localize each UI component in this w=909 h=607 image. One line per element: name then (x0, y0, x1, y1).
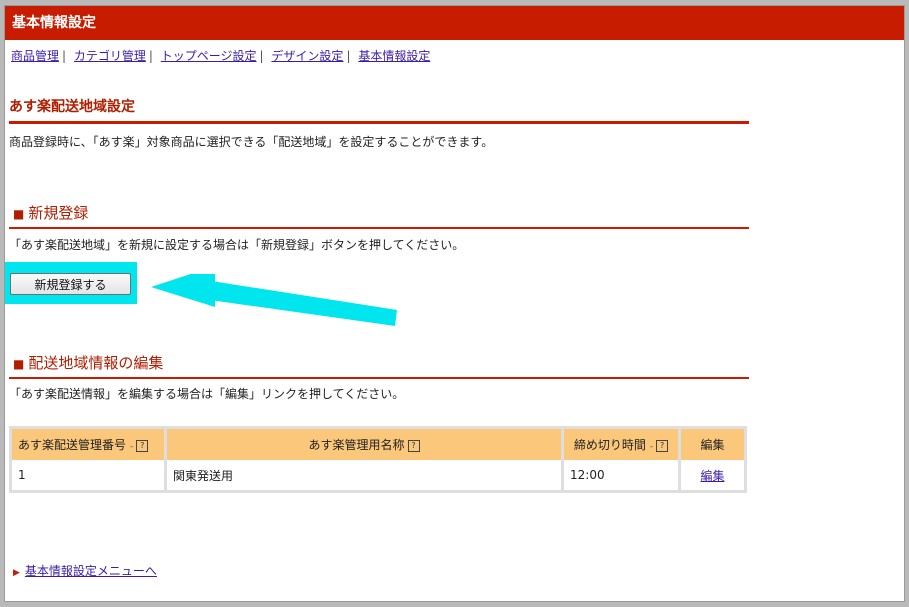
top-nav: 商品管理 | カテゴリ管理 | トップページ設定 | デザイン設定 | 基本情報設定 (11, 47, 430, 64)
section-heading-new: ■ 新規登録 (9, 202, 749, 229)
nav-link-toppage[interactable]: トップページ設定 (161, 49, 257, 63)
table-row: 1 関東発送用 12:00 編集 (12, 460, 744, 490)
cell-id: 1 (12, 460, 167, 490)
section-heading-edit: ■ 配送地域情報の編集 (9, 352, 749, 379)
edit-section-description: 「あす楽配送情報」を編集する場合は「編集」リンクを押してください。 (9, 387, 405, 401)
edit-link[interactable]: 編集 (700, 469, 724, 483)
triangle-right-icon: ▶ (13, 568, 20, 578)
nav-separator: | (148, 49, 153, 63)
column-header-id: あす楽配送管理番号 -? (12, 429, 167, 460)
main-window: 基本情報設定 商品管理 | カテゴリ管理 | トップページ設定 | デザイン設定 | 基… (4, 5, 905, 602)
nav-link-design[interactable]: デザイン設定 (271, 49, 343, 63)
nav-separator: | (259, 49, 264, 63)
cell-edit: 編集 (679, 460, 744, 490)
arrow-pointer-icon (151, 274, 397, 326)
cell-deadline: 12:00 (562, 460, 681, 490)
footer-nav: ▶ 基本情報設定メニューへ (13, 562, 157, 579)
help-icon[interactable]: ? (656, 439, 669, 452)
help-icon[interactable]: ? (407, 439, 420, 452)
new-register-button[interactable]: 新規登録する (10, 273, 131, 295)
nav-link-basic-info[interactable]: 基本情報設定 (358, 49, 430, 63)
square-bullet-icon: ■ (13, 207, 25, 221)
page-description: 商品登録時に、「あす楽」対象商品に選択できる「配送地域」を設定することができます… (9, 135, 494, 149)
nav-separator: | (62, 49, 67, 63)
page-titlebar: 基本情報設定 (5, 6, 904, 40)
section-heading-new-label: 新規登録 (28, 204, 89, 222)
column-header-name: あす楽管理用名称? (165, 429, 564, 460)
column-header-deadline: 締め切り時間 -? (562, 429, 681, 460)
column-header-edit: 編集 (679, 429, 744, 460)
section-heading-edit-label: 配送地域情報の編集 (28, 354, 164, 372)
new-section-description: 「あす楽配送地域」を新規に設定する場合は「新規登録」ボタンを押してください。 (9, 238, 465, 252)
table-header-row: あす楽配送管理番号 -? あす楽管理用名称? 締め切り時間 -? 編集 (12, 429, 744, 460)
delivery-table-container: あす楽配送管理番号 -? あす楽管理用名称? 締め切り時間 -? 編集 1 関東発送… (9, 426, 747, 493)
help-icon[interactable]: ? (136, 439, 149, 452)
nav-link-categories[interactable]: カテゴリ管理 (74, 49, 146, 63)
delivery-area-table: あす楽配送管理番号 -? あす楽管理用名称? 締め切り時間 -? 編集 1 関東発送… (12, 429, 744, 490)
nav-link-products[interactable]: 商品管理 (11, 49, 59, 63)
nav-separator: | (346, 49, 351, 63)
page-heading: あす楽配送地域設定 (9, 96, 749, 124)
square-bullet-icon: ■ (13, 357, 25, 371)
back-to-basic-menu-link[interactable]: 基本情報設定メニューへ (25, 564, 157, 578)
cell-name: 関東発送用 (165, 460, 564, 490)
